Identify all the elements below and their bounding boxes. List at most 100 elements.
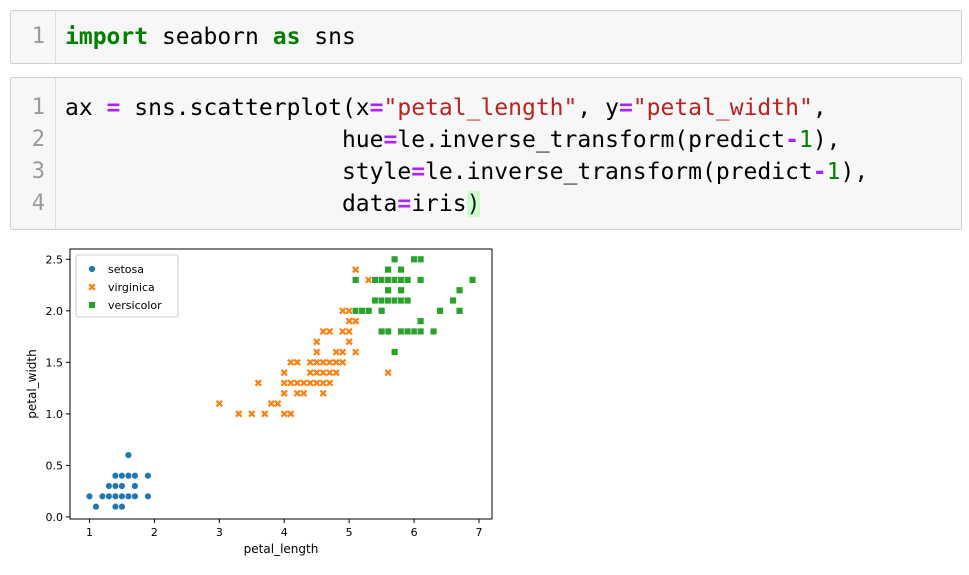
x-tick-label: 4: [281, 526, 288, 539]
code-token: style: [65, 159, 412, 185]
data-point-versicolor: [403, 276, 412, 284]
data-point-versicolor: [351, 276, 360, 284]
code-token: ),: [840, 159, 869, 185]
scatterplot-output: 1 2 3 4 5 6 7 0.0 0.5 1.0 1.5 2.0 2.5 petal_length pet…: [0, 235, 520, 571]
data-point-versicolor: [397, 296, 405, 305]
data-point-versicolor: [351, 307, 360, 315]
legend-marker-setosa: [88, 265, 96, 273]
code-token: hue: [65, 127, 384, 153]
data-point-versicolor: [390, 276, 399, 284]
code-token: =: [369, 95, 384, 121]
line-number: 3: [31, 159, 45, 184]
code-token: "petal_length": [383, 95, 578, 121]
data-point-versicolor: [390, 296, 399, 305]
legend-label-versicolor: versicolor: [108, 299, 162, 312]
data-point-versicolor: [397, 286, 405, 294]
data-point-versicolor: [377, 327, 386, 336]
data-point-versicolor: [377, 307, 386, 315]
code-line-3: style=le.inverse_transform(predict-1),: [65, 156, 868, 188]
data-point-setosa: [131, 472, 139, 480]
data-point-versicolor: [416, 255, 425, 264]
scatter-chart: 1 2 3 4 5 6 7 0.0 0.5 1.0 1.5 2.0 2.5 petal_length pet…: [25, 248, 493, 556]
data-point-setosa: [124, 472, 133, 480]
y-tick-label: 2.0: [46, 305, 64, 318]
data-point-setosa: [111, 502, 120, 511]
y-tick-label: 0.5: [46, 459, 64, 472]
y-tick-label: 0.0: [46, 511, 64, 524]
y-tick-label: 1.5: [46, 356, 64, 369]
code-token: =: [106, 95, 121, 121]
data-point-setosa: [85, 492, 94, 501]
x-tick-label: 5: [346, 526, 353, 539]
data-point-versicolor: [358, 307, 366, 315]
x-tick-label: 3: [216, 526, 223, 539]
legend-label-virginica: virginica: [108, 281, 155, 294]
code-token: iris: [411, 191, 467, 217]
code-cell-scatterplot[interactable]: 1234 ax = sns.scatterplot(x="petal_lengt…: [10, 77, 962, 230]
data-point-versicolor: [397, 265, 405, 274]
data-point-versicolor: [377, 276, 386, 284]
x-tick-label: 1: [86, 526, 93, 539]
line-number: 1: [31, 95, 45, 120]
code-cell-import[interactable]: 1 import seaborn as sns: [10, 10, 962, 64]
code-token: le.inverse_transform(predict: [425, 159, 813, 185]
data-point-setosa: [131, 492, 139, 501]
data-point-versicolor: [468, 276, 477, 284]
line-number-gutter: 1: [11, 11, 56, 63]
code-token: seaborn: [148, 24, 273, 50]
code-token: =: [411, 159, 426, 185]
code-token: ,: [812, 95, 827, 121]
x-axis-label: petal_length: [244, 542, 319, 556]
data-point-versicolor: [384, 296, 392, 305]
data-point-versicolor: [455, 307, 464, 315]
code-editor[interactable]: ax = sns.scatterplot(x="petal_length", y…: [65, 92, 868, 220]
data-point-versicolor: [403, 296, 412, 305]
data-point-versicolor: [377, 296, 386, 305]
code-editor[interactable]: import seaborn as sns: [65, 21, 356, 53]
data-point-versicolor: [397, 276, 405, 284]
code-line-1: import seaborn as sns: [65, 21, 356, 53]
code-token: le.inverse_transform(predict: [397, 127, 786, 153]
data-point-versicolor: [449, 296, 457, 305]
data-point-versicolor: [384, 276, 392, 284]
data-point-setosa: [111, 482, 120, 490]
data-point-versicolor: [397, 327, 405, 336]
data-point-versicolor: [384, 327, 392, 336]
data-point-versicolor: [371, 296, 379, 305]
data-point-setosa: [118, 502, 126, 511]
code-line-4: data=iris): [65, 188, 868, 220]
data-point-versicolor: [371, 276, 379, 284]
data-point-versicolor: [410, 327, 418, 336]
code-token: -: [812, 159, 827, 185]
data-point-versicolor: [384, 286, 392, 294]
code-token: =: [383, 127, 398, 153]
line-number: 4: [31, 191, 45, 216]
code-token: 1: [826, 159, 841, 185]
data-point-setosa: [144, 472, 152, 480]
x-tick-label: 6: [411, 526, 418, 539]
data-point-setosa: [144, 492, 152, 501]
data-point-versicolor: [429, 327, 438, 336]
data-point-versicolor: [390, 255, 399, 264]
line-number: 1: [31, 24, 45, 49]
code-line-2: hue=le.inverse_transform(predict-1),: [65, 124, 868, 156]
data-point-setosa: [118, 472, 126, 480]
code-token: sns: [300, 24, 356, 50]
x-tick-label: 7: [476, 526, 483, 539]
data-point-versicolor: [416, 317, 425, 325]
code-token: import: [65, 24, 149, 50]
y-tick-label: 1.0: [46, 408, 64, 421]
x-tick-label: 2: [151, 526, 158, 539]
legend-marker-versicolor: [88, 301, 96, 309]
data-point-setosa: [111, 472, 120, 480]
data-point-versicolor: [384, 265, 392, 274]
code-token: =: [397, 191, 412, 217]
legend-label-setosa: setosa: [108, 263, 144, 276]
data-point-versicolor: [416, 327, 425, 336]
data-point-versicolor: [436, 307, 444, 315]
data-point-versicolor: [455, 286, 464, 294]
data-point-versicolor: [410, 255, 418, 264]
data-point-setosa: [111, 492, 120, 501]
line-number-gutter: 1 2 3 4: [11, 78, 56, 229]
code-token: ),: [812, 127, 841, 153]
